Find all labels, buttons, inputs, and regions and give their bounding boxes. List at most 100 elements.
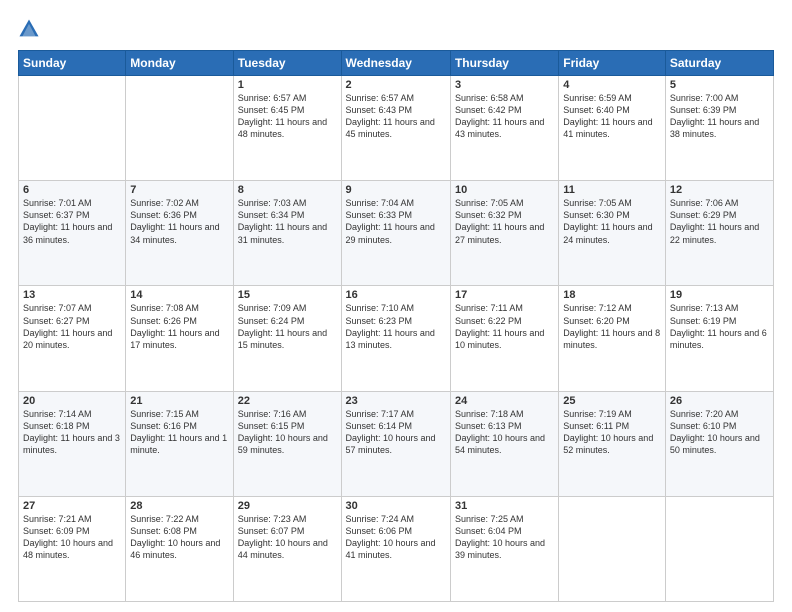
day-info: Sunrise: 7:25 AM Sunset: 6:04 PM Dayligh… [455, 513, 554, 562]
calendar-cell: 29Sunrise: 7:23 AM Sunset: 6:07 PM Dayli… [233, 496, 341, 601]
day-info: Sunrise: 7:08 AM Sunset: 6:26 PM Dayligh… [130, 302, 228, 351]
day-info: Sunrise: 7:06 AM Sunset: 6:29 PM Dayligh… [670, 197, 769, 246]
calendar-cell: 16Sunrise: 7:10 AM Sunset: 6:23 PM Dayli… [341, 286, 450, 391]
day-number: 9 [346, 184, 446, 196]
day-number: 5 [670, 79, 769, 91]
column-header-friday: Friday [559, 51, 666, 76]
day-number: 14 [130, 289, 228, 301]
column-header-monday: Monday [126, 51, 233, 76]
calendar-cell: 6Sunrise: 7:01 AM Sunset: 6:37 PM Daylig… [19, 181, 126, 286]
day-info: Sunrise: 7:15 AM Sunset: 6:16 PM Dayligh… [130, 408, 228, 457]
calendar-cell: 3Sunrise: 6:58 AM Sunset: 6:42 PM Daylig… [450, 76, 558, 181]
calendar-cell [126, 76, 233, 181]
day-info: Sunrise: 7:05 AM Sunset: 6:30 PM Dayligh… [563, 197, 661, 246]
calendar-cell: 2Sunrise: 6:57 AM Sunset: 6:43 PM Daylig… [341, 76, 450, 181]
calendar-cell: 17Sunrise: 7:11 AM Sunset: 6:22 PM Dayli… [450, 286, 558, 391]
day-info: Sunrise: 7:14 AM Sunset: 6:18 PM Dayligh… [23, 408, 121, 457]
day-info: Sunrise: 7:12 AM Sunset: 6:20 PM Dayligh… [563, 302, 661, 351]
column-header-sunday: Sunday [19, 51, 126, 76]
calendar-cell: 8Sunrise: 7:03 AM Sunset: 6:34 PM Daylig… [233, 181, 341, 286]
day-number: 27 [23, 500, 121, 512]
calendar-cell: 15Sunrise: 7:09 AM Sunset: 6:24 PM Dayli… [233, 286, 341, 391]
calendar-cell: 22Sunrise: 7:16 AM Sunset: 6:15 PM Dayli… [233, 391, 341, 496]
day-info: Sunrise: 7:17 AM Sunset: 6:14 PM Dayligh… [346, 408, 446, 457]
day-info: Sunrise: 7:23 AM Sunset: 6:07 PM Dayligh… [238, 513, 337, 562]
calendar-cell: 13Sunrise: 7:07 AM Sunset: 6:27 PM Dayli… [19, 286, 126, 391]
calendar-cell: 31Sunrise: 7:25 AM Sunset: 6:04 PM Dayli… [450, 496, 558, 601]
day-number: 16 [346, 289, 446, 301]
calendar-cell: 11Sunrise: 7:05 AM Sunset: 6:30 PM Dayli… [559, 181, 666, 286]
day-info: Sunrise: 7:20 AM Sunset: 6:10 PM Dayligh… [670, 408, 769, 457]
calendar-table: SundayMondayTuesdayWednesdayThursdayFrid… [18, 50, 774, 602]
calendar-cell: 23Sunrise: 7:17 AM Sunset: 6:14 PM Dayli… [341, 391, 450, 496]
day-number: 6 [23, 184, 121, 196]
calendar-cell: 21Sunrise: 7:15 AM Sunset: 6:16 PM Dayli… [126, 391, 233, 496]
calendar-week-row: 6Sunrise: 7:01 AM Sunset: 6:37 PM Daylig… [19, 181, 774, 286]
day-info: Sunrise: 7:03 AM Sunset: 6:34 PM Dayligh… [238, 197, 337, 246]
calendar-cell: 12Sunrise: 7:06 AM Sunset: 6:29 PM Dayli… [665, 181, 773, 286]
day-info: Sunrise: 7:09 AM Sunset: 6:24 PM Dayligh… [238, 302, 337, 351]
day-number: 2 [346, 79, 446, 91]
day-number: 22 [238, 395, 337, 407]
calendar-cell [559, 496, 666, 601]
calendar-cell: 25Sunrise: 7:19 AM Sunset: 6:11 PM Dayli… [559, 391, 666, 496]
calendar-cell: 14Sunrise: 7:08 AM Sunset: 6:26 PM Dayli… [126, 286, 233, 391]
day-info: Sunrise: 6:58 AM Sunset: 6:42 PM Dayligh… [455, 92, 554, 141]
calendar-cell: 24Sunrise: 7:18 AM Sunset: 6:13 PM Dayli… [450, 391, 558, 496]
day-info: Sunrise: 7:05 AM Sunset: 6:32 PM Dayligh… [455, 197, 554, 246]
day-info: Sunrise: 7:16 AM Sunset: 6:15 PM Dayligh… [238, 408, 337, 457]
page: SundayMondayTuesdayWednesdayThursdayFrid… [0, 0, 792, 612]
column-header-saturday: Saturday [665, 51, 773, 76]
logo-icon [18, 18, 40, 40]
column-header-thursday: Thursday [450, 51, 558, 76]
calendar-cell: 28Sunrise: 7:22 AM Sunset: 6:08 PM Dayli… [126, 496, 233, 601]
calendar-cell: 19Sunrise: 7:13 AM Sunset: 6:19 PM Dayli… [665, 286, 773, 391]
day-info: Sunrise: 7:00 AM Sunset: 6:39 PM Dayligh… [670, 92, 769, 141]
calendar-cell [665, 496, 773, 601]
calendar-cell: 18Sunrise: 7:12 AM Sunset: 6:20 PM Dayli… [559, 286, 666, 391]
calendar-week-row: 27Sunrise: 7:21 AM Sunset: 6:09 PM Dayli… [19, 496, 774, 601]
day-number: 28 [130, 500, 228, 512]
calendar-cell: 9Sunrise: 7:04 AM Sunset: 6:33 PM Daylig… [341, 181, 450, 286]
day-info: Sunrise: 7:02 AM Sunset: 6:36 PM Dayligh… [130, 197, 228, 246]
calendar-cell: 20Sunrise: 7:14 AM Sunset: 6:18 PM Dayli… [19, 391, 126, 496]
day-number: 7 [130, 184, 228, 196]
day-number: 3 [455, 79, 554, 91]
day-number: 19 [670, 289, 769, 301]
day-number: 23 [346, 395, 446, 407]
calendar-cell: 10Sunrise: 7:05 AM Sunset: 6:32 PM Dayli… [450, 181, 558, 286]
header [18, 18, 774, 40]
day-info: Sunrise: 7:07 AM Sunset: 6:27 PM Dayligh… [23, 302, 121, 351]
logo [18, 18, 44, 40]
calendar-cell: 4Sunrise: 6:59 AM Sunset: 6:40 PM Daylig… [559, 76, 666, 181]
day-number: 31 [455, 500, 554, 512]
day-info: Sunrise: 6:57 AM Sunset: 6:43 PM Dayligh… [346, 92, 446, 141]
calendar-week-row: 20Sunrise: 7:14 AM Sunset: 6:18 PM Dayli… [19, 391, 774, 496]
day-number: 20 [23, 395, 121, 407]
day-info: Sunrise: 7:11 AM Sunset: 6:22 PM Dayligh… [455, 302, 554, 351]
day-number: 1 [238, 79, 337, 91]
day-info: Sunrise: 7:18 AM Sunset: 6:13 PM Dayligh… [455, 408, 554, 457]
day-info: Sunrise: 6:59 AM Sunset: 6:40 PM Dayligh… [563, 92, 661, 141]
day-info: Sunrise: 7:22 AM Sunset: 6:08 PM Dayligh… [130, 513, 228, 562]
day-number: 30 [346, 500, 446, 512]
calendar-cell: 1Sunrise: 6:57 AM Sunset: 6:45 PM Daylig… [233, 76, 341, 181]
calendar-cell: 30Sunrise: 7:24 AM Sunset: 6:06 PM Dayli… [341, 496, 450, 601]
day-number: 15 [238, 289, 337, 301]
column-header-wednesday: Wednesday [341, 51, 450, 76]
day-info: Sunrise: 7:01 AM Sunset: 6:37 PM Dayligh… [23, 197, 121, 246]
day-number: 25 [563, 395, 661, 407]
calendar-week-row: 1Sunrise: 6:57 AM Sunset: 6:45 PM Daylig… [19, 76, 774, 181]
calendar-cell [19, 76, 126, 181]
day-number: 13 [23, 289, 121, 301]
column-header-tuesday: Tuesday [233, 51, 341, 76]
calendar-header-row: SundayMondayTuesdayWednesdayThursdayFrid… [19, 51, 774, 76]
calendar-week-row: 13Sunrise: 7:07 AM Sunset: 6:27 PM Dayli… [19, 286, 774, 391]
day-info: Sunrise: 7:13 AM Sunset: 6:19 PM Dayligh… [670, 302, 769, 351]
day-number: 10 [455, 184, 554, 196]
day-info: Sunrise: 7:10 AM Sunset: 6:23 PM Dayligh… [346, 302, 446, 351]
calendar-cell: 27Sunrise: 7:21 AM Sunset: 6:09 PM Dayli… [19, 496, 126, 601]
day-number: 8 [238, 184, 337, 196]
day-number: 26 [670, 395, 769, 407]
calendar-cell: 26Sunrise: 7:20 AM Sunset: 6:10 PM Dayli… [665, 391, 773, 496]
